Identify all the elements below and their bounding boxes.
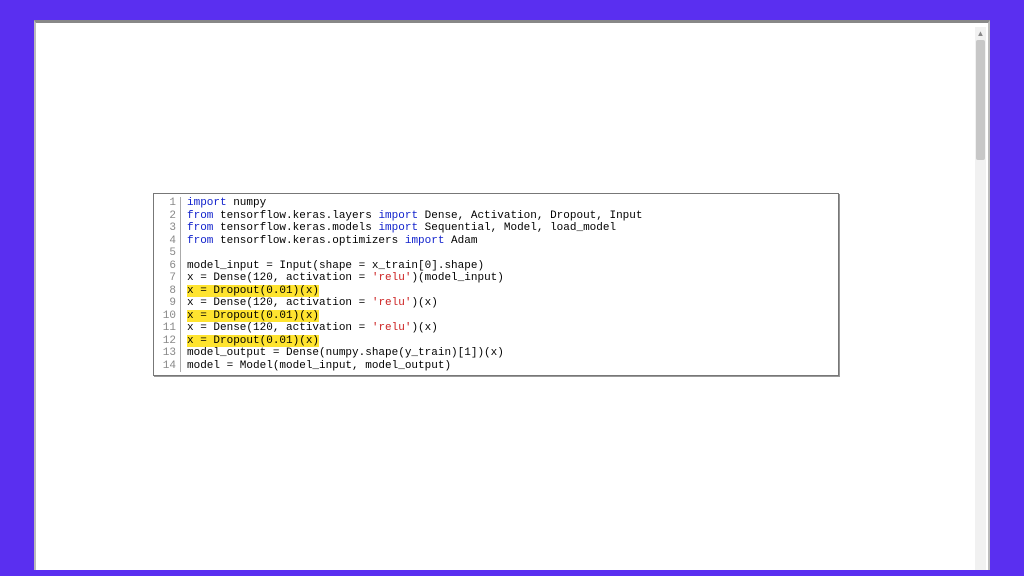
code-line: 11x = Dense(120, activation = 'relu')(x) xyxy=(154,322,838,335)
line-number: 13 xyxy=(154,347,180,360)
code-content: from tensorflow.keras.layers import Dens… xyxy=(181,210,642,223)
code-content: import numpy xyxy=(181,197,266,210)
vertical-scrollbar[interactable]: ▲ xyxy=(975,27,986,570)
code-line: 10x = Dropout(0.01)(x) xyxy=(154,310,838,323)
line-number: 3 xyxy=(154,222,180,235)
document-page: 1import numpy2from tensorflow.keras.laye… xyxy=(34,20,990,570)
code-content: x = Dense(120, activation = 'relu')(x) xyxy=(181,322,438,335)
code-line: 9x = Dense(120, activation = 'relu')(x) xyxy=(154,297,838,310)
code-line: 6model_input = Input(shape = x_train[0].… xyxy=(154,260,838,273)
code-content: model_output = Dense(numpy.shape(y_train… xyxy=(181,347,504,360)
code-line: 2from tensorflow.keras.layers import Den… xyxy=(154,210,838,223)
line-number: 7 xyxy=(154,272,180,285)
line-number: 10 xyxy=(154,310,180,323)
line-number: 5 xyxy=(154,247,180,260)
line-number: 4 xyxy=(154,235,180,248)
code-line: 5 xyxy=(154,247,838,260)
line-number: 6 xyxy=(154,260,180,273)
code-line: 7x = Dense(120, activation = 'relu')(mod… xyxy=(154,272,838,285)
line-number: 2 xyxy=(154,210,180,223)
code-line: 12x = Dropout(0.01)(x) xyxy=(154,335,838,348)
line-number: 11 xyxy=(154,322,180,335)
line-number: 14 xyxy=(154,360,180,373)
code-content xyxy=(181,247,187,260)
code-line: 4from tensorflow.keras.optimizers import… xyxy=(154,235,838,248)
code-line: 8x = Dropout(0.01)(x) xyxy=(154,285,838,298)
code-content: x = Dense(120, activation = 'relu')(x) xyxy=(181,297,438,310)
code-content: x = Dropout(0.01)(x) xyxy=(181,285,319,298)
code-line: 14model = Model(model_input, model_outpu… xyxy=(154,360,838,373)
code-content: x = Dense(120, activation = 'relu')(mode… xyxy=(181,272,504,285)
code-content: from tensorflow.keras.optimizers import … xyxy=(181,235,477,248)
line-number: 12 xyxy=(154,335,180,348)
line-number: 1 xyxy=(154,197,180,210)
code-line: 13model_output = Dense(numpy.shape(y_tra… xyxy=(154,347,838,360)
line-number: 9 xyxy=(154,297,180,310)
scroll-thumb[interactable] xyxy=(976,40,985,160)
code-content: from tensorflow.keras.models import Sequ… xyxy=(181,222,616,235)
code-content: x = Dropout(0.01)(x) xyxy=(181,335,319,348)
code-content: x = Dropout(0.01)(x) xyxy=(181,310,319,323)
code-content: model_input = Input(shape = x_train[0].s… xyxy=(181,260,484,273)
code-line: 1import numpy xyxy=(154,197,838,210)
code-content: model = Model(model_input, model_output) xyxy=(181,360,451,373)
scroll-up-icon[interactable]: ▲ xyxy=(975,27,986,39)
line-number: 8 xyxy=(154,285,180,298)
code-line: 3from tensorflow.keras.models import Seq… xyxy=(154,222,838,235)
code-listing: 1import numpy2from tensorflow.keras.laye… xyxy=(153,193,839,376)
